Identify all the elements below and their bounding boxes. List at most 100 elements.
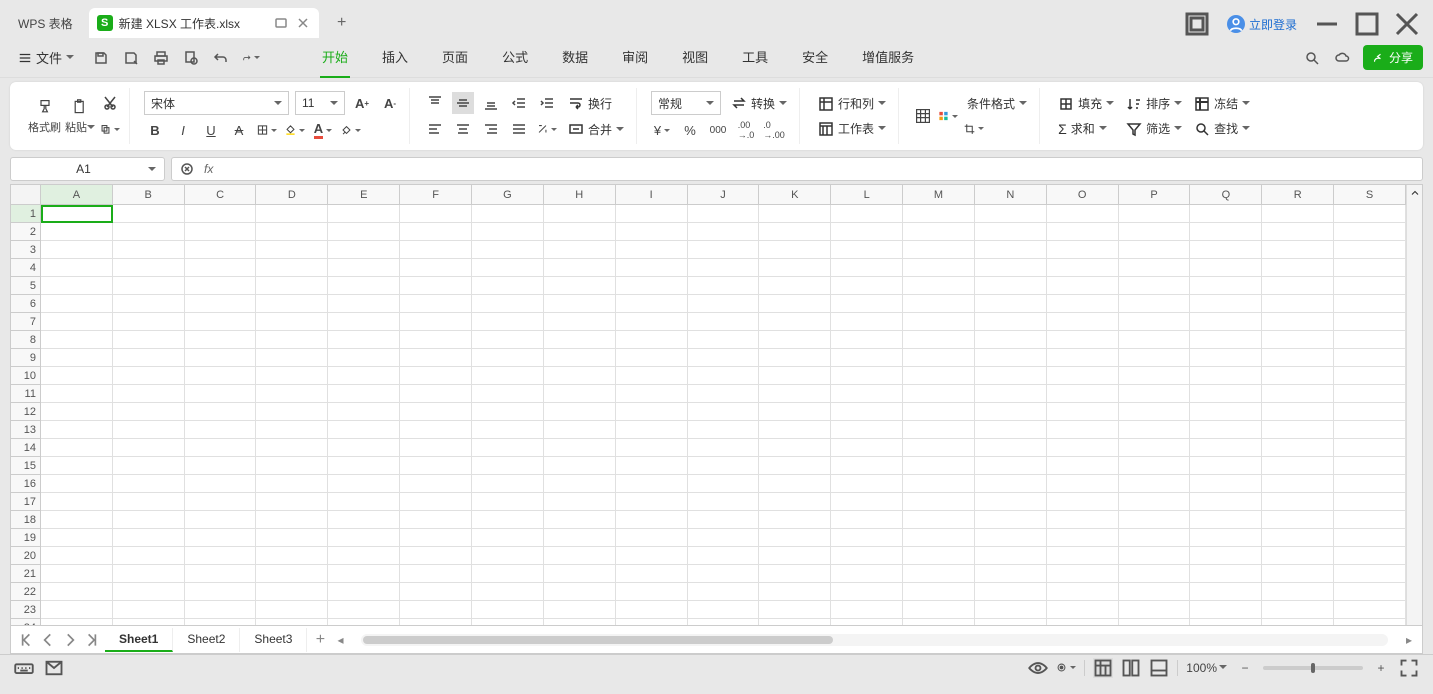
cloud-icon[interactable]	[1333, 49, 1351, 67]
cell[interactable]	[1119, 241, 1191, 259]
cell[interactable]	[328, 313, 400, 331]
cell[interactable]	[113, 403, 185, 421]
cell[interactable]	[113, 421, 185, 439]
cell[interactable]	[256, 403, 328, 421]
sheet-tab[interactable]: Sheet1	[105, 628, 173, 652]
cell[interactable]	[1262, 349, 1334, 367]
row-header[interactable]: 18	[11, 511, 41, 529]
cell[interactable]	[1190, 457, 1262, 475]
row-header[interactable]: 17	[11, 493, 41, 511]
cell[interactable]	[831, 601, 903, 619]
cell[interactable]	[256, 421, 328, 439]
cell[interactable]	[41, 457, 113, 475]
cell[interactable]	[256, 313, 328, 331]
cell[interactable]	[903, 367, 975, 385]
cell[interactable]	[185, 475, 257, 493]
cell[interactable]	[328, 547, 400, 565]
page-layout-view-icon[interactable]	[1121, 658, 1141, 678]
wrap-text-button[interactable]: 换行	[564, 93, 616, 114]
cell[interactable]	[1047, 547, 1119, 565]
cell[interactable]	[616, 583, 688, 601]
cell[interactable]	[1334, 493, 1406, 511]
cell[interactable]	[472, 583, 544, 601]
cell[interactable]	[831, 295, 903, 313]
cell[interactable]	[1262, 493, 1334, 511]
cell[interactable]	[1047, 601, 1119, 619]
cell[interactable]	[400, 619, 472, 625]
cell[interactable]	[1047, 241, 1119, 259]
cell[interactable]	[328, 421, 400, 439]
underline-icon[interactable]: U	[200, 119, 222, 141]
cell[interactable]	[903, 547, 975, 565]
cell[interactable]	[41, 583, 113, 601]
cell[interactable]	[41, 619, 113, 625]
cell[interactable]	[328, 439, 400, 457]
cell[interactable]	[831, 259, 903, 277]
cell[interactable]	[903, 457, 975, 475]
horizontal-scrollbar[interactable]	[361, 634, 1388, 646]
cell[interactable]	[544, 439, 616, 457]
cell[interactable]	[400, 421, 472, 439]
align-right-icon[interactable]	[480, 118, 502, 140]
cell[interactable]	[903, 385, 975, 403]
cell[interactable]	[113, 475, 185, 493]
cell[interactable]	[472, 529, 544, 547]
close-button[interactable]	[1391, 10, 1423, 38]
cell[interactable]	[759, 385, 831, 403]
cell[interactable]	[472, 241, 544, 259]
cell[interactable]	[113, 205, 185, 223]
cell[interactable]	[113, 439, 185, 457]
cell[interactable]	[688, 403, 760, 421]
cell[interactable]	[472, 223, 544, 241]
cell[interactable]	[975, 259, 1047, 277]
cell[interactable]	[256, 223, 328, 241]
cell[interactable]	[113, 583, 185, 601]
align-top-icon[interactable]	[424, 92, 446, 114]
cell[interactable]	[831, 313, 903, 331]
cell[interactable]	[544, 205, 616, 223]
cell[interactable]	[1190, 403, 1262, 421]
cell[interactable]	[472, 619, 544, 625]
cell[interactable]	[903, 439, 975, 457]
cell[interactable]	[472, 313, 544, 331]
cell[interactable]	[328, 277, 400, 295]
cell[interactable]	[1190, 349, 1262, 367]
cell[interactable]	[256, 277, 328, 295]
cell[interactable]	[1334, 205, 1406, 223]
cell[interactable]	[903, 493, 975, 511]
cell[interactable]	[1334, 421, 1406, 439]
find-button[interactable]: 查找	[1190, 118, 1254, 139]
tab-开始[interactable]: 开始	[320, 37, 350, 78]
cell[interactable]	[759, 421, 831, 439]
cell[interactable]	[903, 277, 975, 295]
cell[interactable]	[1262, 259, 1334, 277]
cell[interactable]	[903, 331, 975, 349]
search-icon[interactable]	[1303, 49, 1321, 67]
cell[interactable]	[1047, 367, 1119, 385]
tab-公式[interactable]: 公式	[500, 37, 530, 78]
cell[interactable]	[472, 259, 544, 277]
cell[interactable]	[400, 583, 472, 601]
cell[interactable]	[975, 277, 1047, 295]
cell[interactable]	[328, 385, 400, 403]
font-size-select[interactable]: 11	[295, 91, 345, 115]
column-header[interactable]: Q	[1190, 185, 1262, 205]
cell[interactable]	[688, 259, 760, 277]
cell[interactable]	[400, 331, 472, 349]
cell[interactable]	[256, 565, 328, 583]
cell[interactable]	[688, 439, 760, 457]
cell[interactable]	[1190, 583, 1262, 601]
cell[interactable]	[1119, 223, 1191, 241]
cell[interactable]	[1119, 331, 1191, 349]
cell[interactable]	[1262, 277, 1334, 295]
freeze-button[interactable]: 冻结	[1190, 93, 1254, 114]
cell[interactable]	[185, 403, 257, 421]
cell[interactable]	[975, 457, 1047, 475]
cell[interactable]	[1262, 331, 1334, 349]
cell[interactable]	[1334, 565, 1406, 583]
cell[interactable]	[113, 385, 185, 403]
cell[interactable]	[688, 619, 760, 625]
decrease-decimal-icon[interactable]: .0→.00	[763, 119, 785, 141]
cell[interactable]	[544, 583, 616, 601]
row-header[interactable]: 15	[11, 457, 41, 475]
